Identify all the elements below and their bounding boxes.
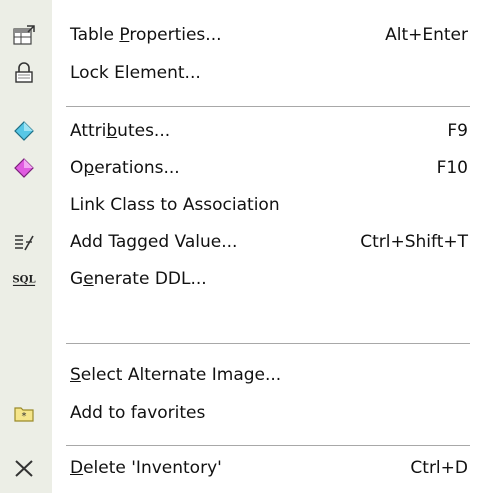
menu-item-shortcut: Alt+Enter (385, 25, 468, 45)
menu-item-add-tagged-value[interactable]: Add Tagged Value... Ctrl+Shift+T (0, 224, 482, 260)
menu-separator (66, 445, 470, 446)
menu-item-delete[interactable]: Delete 'Inventory' Ctrl+D (0, 450, 482, 486)
favorites-icon: * (12, 401, 36, 425)
menu-item-label: Select Alternate Image... (70, 365, 282, 385)
delete-icon (12, 456, 36, 480)
svg-text:*: * (22, 411, 27, 422)
menu-item-table-properties[interactable]: Table Properties... Alt+Enter (0, 17, 482, 53)
menu-item-attributes[interactable]: Attributes... F9 (0, 113, 482, 149)
menu-item-label: Operations... (70, 158, 180, 178)
menu-item-operations[interactable]: Operations... F10 (0, 150, 482, 186)
table-properties-icon (12, 23, 36, 47)
context-menu: Table Properties... Alt+Enter Lock Eleme… (0, 0, 482, 493)
menu-item-lock-element[interactable]: Lock Element... (0, 55, 482, 91)
sql-icon-text: SQL (12, 274, 35, 286)
menu-item-shortcut: Ctrl+Shift+T (360, 232, 468, 252)
menu-item-add-to-favorites[interactable]: * Add to favorites (0, 395, 482, 431)
menu-item-label: Lock Element... (70, 63, 201, 83)
menu-item-label: Table Properties... (70, 25, 222, 45)
operations-icon (12, 156, 36, 180)
menu-item-label: Attributes... (70, 121, 171, 141)
menu-item-shortcut: F10 (436, 158, 468, 178)
menu-item-shortcut: Ctrl+D (410, 458, 468, 478)
menu-item-label: Link Class to Association (70, 195, 280, 215)
attributes-icon (12, 119, 36, 143)
menu-item-label: Delete 'Inventory' (70, 458, 222, 478)
menu-separator (66, 106, 470, 107)
tagged-value-icon (12, 230, 36, 254)
menu-item-generate-ddl[interactable]: SQL Generate DDL... (0, 261, 482, 297)
menu-item-label: Add Tagged Value... (70, 232, 238, 252)
lock-icon (12, 61, 36, 85)
menu-item-link-class[interactable]: Link Class to Association (0, 187, 482, 223)
sql-icon: SQL (12, 267, 36, 291)
menu-item-label: Add to favorites (70, 403, 206, 423)
menu-item-label: Generate DDL... (70, 269, 207, 289)
menu-separator (66, 343, 470, 344)
menu-item-select-alternate-image[interactable]: Select Alternate Image... (0, 357, 482, 393)
menu-item-shortcut: F9 (447, 121, 468, 141)
